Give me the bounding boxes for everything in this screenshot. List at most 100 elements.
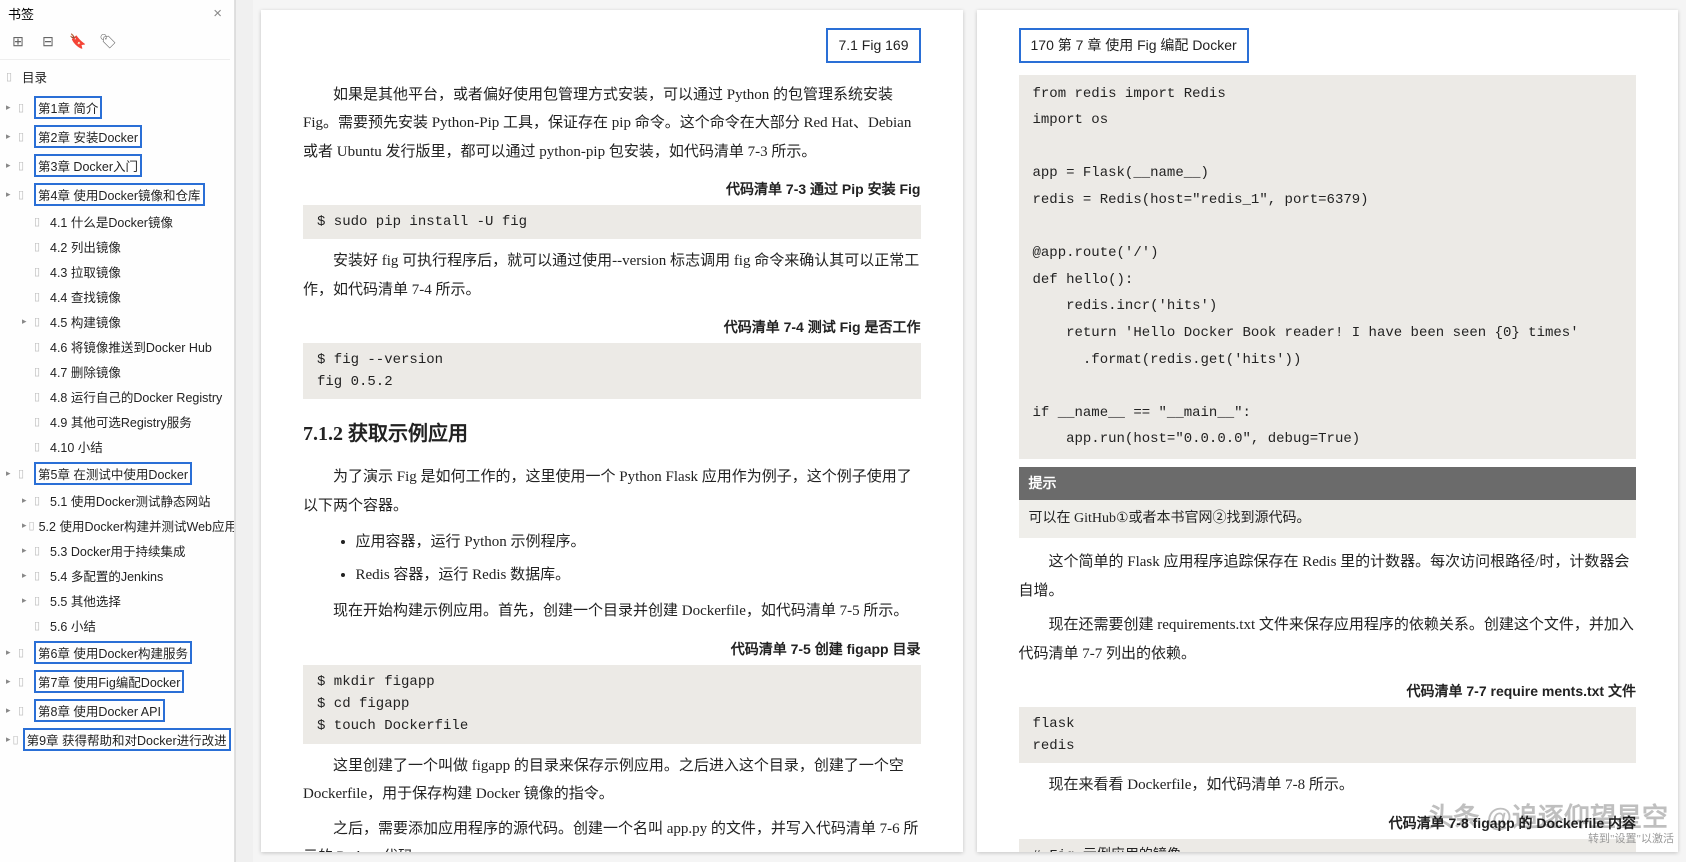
- toc-item[interactable]: ▸▯ 第7章 使用Fig编配Docker: [6, 667, 230, 696]
- chevron-right-icon[interactable]: ▸: [6, 468, 16, 479]
- page-icon: ▯: [34, 415, 46, 428]
- page-icon: ▯: [6, 70, 18, 83]
- toc-label: 4.6 将镜像推送到Docker Hub: [50, 337, 212, 356]
- toc-item[interactable]: ▯ 4.4 查找镜像: [6, 284, 230, 309]
- page-icon: ▯: [29, 519, 35, 532]
- code-7-5: $ mkdir figapp $ cd figapp $ touch Docke…: [303, 665, 921, 744]
- paragraph: 现在开始构建示例应用。首先，创建一个目录并创建 Dockerfile，如代码清单…: [303, 597, 921, 626]
- page-icon: ▯: [34, 240, 46, 253]
- chevron-right-icon[interactable]: ▸: [6, 705, 16, 716]
- toc-item[interactable]: ▯ 4.9 其他可选Registry服务: [6, 409, 230, 434]
- chevron-right-icon[interactable]: ▸: [22, 595, 32, 606]
- page-169: 7.1 Fig 169 如果是其他平台，或者偏好使用包管理方式安装，可以通过 P…: [261, 10, 963, 852]
- toc-item[interactable]: ▸▯ 第4章 使用Docker镜像和仓库: [6, 180, 230, 209]
- chevron-right-icon[interactable]: ▸: [6, 160, 16, 171]
- toc-label: 第8章 使用Docker API: [34, 699, 165, 722]
- toc-label: 5.2 使用Docker构建并测试Web应用程序: [39, 516, 235, 535]
- chevron-right-icon[interactable]: ▸: [22, 520, 27, 531]
- paragraph: 现在来看看 Dockerfile，如代码清单 7-8 所示。: [1019, 771, 1637, 800]
- toc-item[interactable]: ▸▯第5章 在测试中使用Docker: [6, 459, 230, 488]
- toc-item[interactable]: ▯4.1 什么是Docker镜像: [6, 209, 230, 234]
- page-icon: ▯: [34, 365, 46, 378]
- toc-item[interactable]: ▸▯ 5.5 其他选择: [6, 588, 230, 613]
- page-icon: ▯: [18, 675, 30, 688]
- toc-item[interactable]: ▸▯5.1 使用Docker测试静态网站: [6, 488, 230, 513]
- page-icon: ▯: [34, 544, 46, 557]
- toc-item[interactable]: ▸▯ 第3章 Docker入门: [6, 151, 230, 180]
- toc-item[interactable]: ▸▯第2章 安装Docker: [6, 122, 230, 151]
- page-170: 170 第 7 章 使用 Fig 编配 Docker from redis im…: [977, 10, 1679, 852]
- chevron-right-icon[interactable]: ▸: [22, 545, 32, 556]
- toc-item[interactable]: ▸▯第1章 简介: [6, 93, 230, 122]
- toc-label: 第7章 使用Fig编配Docker: [34, 670, 184, 693]
- chevron-right-icon[interactable]: ▸: [6, 189, 16, 200]
- toc-item[interactable]: ▯4.2 列出镜像: [6, 234, 230, 259]
- paragraph: 这个简单的 Flask 应用程序追踪保存在 Redis 里的计数器。每次访问根路…: [1019, 548, 1637, 605]
- tip-body: 可以在 GitHub①或者本书官网②找到源代码。: [1019, 500, 1637, 539]
- code-caption-7-8: 代码清单 7-8 figapp 的 Dockerfile 内容: [1019, 810, 1637, 837]
- toc-item[interactable]: ▸▯4.5 构建镜像: [6, 309, 230, 334]
- toc-item[interactable]: ▸▯第6章 使用Docker构建服务: [6, 638, 230, 667]
- chevron-right-icon[interactable]: ▸: [6, 734, 11, 745]
- toc-label: 4.8 运行自己的Docker Registry: [50, 387, 222, 406]
- page-icon: ▯: [18, 704, 30, 717]
- expand-all-icon[interactable]: ⊞: [10, 33, 26, 49]
- page-icon: ▯: [34, 290, 46, 303]
- chevron-right-icon[interactable]: ▸: [6, 131, 16, 142]
- toc-item[interactable]: ▯ 4.7 删除镜像: [6, 359, 230, 384]
- toc-label: 5.3 Docker用于持续集成: [50, 541, 185, 560]
- list-item: Redis 容器，运行 Redis 数据库。: [356, 561, 921, 590]
- toc-label: 第3章 Docker入门: [34, 154, 142, 177]
- code-caption-7-4: 代码清单 7-4 测试 Fig 是否工作: [303, 314, 921, 341]
- chevron-right-icon[interactable]: ▸: [6, 676, 16, 687]
- page-icon: ▯: [18, 130, 30, 143]
- paragraph: 安装好 fig 可执行程序后，就可以通过使用--version 标志调用 fig…: [303, 247, 921, 304]
- collapse-all-icon[interactable]: ⊟: [40, 33, 56, 49]
- code-7-3: $ sudo pip install -U fig: [303, 205, 921, 239]
- toc-root[interactable]: ▯ 目录: [6, 64, 230, 89]
- toc-label: 4.7 删除镜像: [50, 362, 121, 381]
- page-icon: ▯: [18, 159, 30, 172]
- toc-item[interactable]: ▸▯ 第8章 使用Docker API: [6, 696, 230, 725]
- page-icon: ▯: [18, 188, 30, 201]
- toc-item[interactable]: ▯ 4.6 将镜像推送到Docker Hub: [6, 334, 230, 359]
- chevron-right-icon[interactable]: ▸: [22, 316, 32, 327]
- tip-banner: 提示: [1019, 467, 1637, 500]
- page-header-right: 7.1 Fig 169: [826, 28, 920, 63]
- chevron-right-icon[interactable]: ▸: [22, 495, 32, 506]
- bookmark-alt-icon[interactable]: 🏷: [100, 33, 116, 49]
- page-icon: ▯: [34, 340, 46, 353]
- sidebar-toolbar: ⊞ ⊟ 🔖 🏷: [0, 27, 230, 60]
- bookmark-icon[interactable]: 🔖: [70, 33, 86, 49]
- toc-label: 5.4 多配置的Jenkins: [50, 566, 163, 585]
- toc-item[interactable]: ▸▯5.2 使用Docker构建并测试Web应用程序: [6, 513, 230, 538]
- toc-label: 第1章 简介: [34, 96, 102, 119]
- toc-label: 第4章 使用Docker镜像和仓库: [34, 183, 205, 206]
- toc-items: ▸▯第1章 简介▸▯第2章 安装Docker▸▯第3章 Docker入门▸▯第4…: [0, 89, 230, 754]
- chevron-right-icon[interactable]: ▸: [22, 570, 32, 581]
- bookmarks-panel: 书签 × ⊞ ⊟ 🔖 🏷 ▯ 目录 ▸▯第1章 简介▸▯第2章 安装Docker…: [0, 0, 235, 862]
- toc-item[interactable]: ▯4.3 拉取镜像: [6, 259, 230, 284]
- toc-label: 5.1 使用Docker测试静态网站: [50, 491, 210, 510]
- toc-label: 4.9 其他可选Registry服务: [50, 412, 192, 431]
- chevron-right-icon[interactable]: ▸: [6, 647, 16, 658]
- toc-label: 4.4 查找镜像: [50, 287, 121, 306]
- toc-item[interactable]: ▯5.6 小结: [6, 613, 230, 638]
- toc-item[interactable]: ▸▯ 5.4 多配置的Jenkins: [6, 563, 230, 588]
- close-icon[interactable]: ×: [213, 5, 222, 22]
- page-icon: ▯: [34, 390, 46, 403]
- toc-label: 4.1 什么是Docker镜像: [50, 212, 173, 231]
- toc-label: 4.10 小结: [50, 437, 103, 456]
- content-scrollbar[interactable]: [235, 0, 253, 862]
- toc-item[interactable]: ▸▯第9章 获得帮助和对Docker进行改进: [6, 725, 230, 754]
- paragraph: 现在还需要创建 requirements.txt 文件来保存应用程序的依赖关系。…: [1019, 611, 1637, 668]
- page-icon: ▯: [34, 594, 46, 607]
- page-icon: ▯: [34, 569, 46, 582]
- toc-item[interactable]: ▸▯ 5.3 Docker用于持续集成: [6, 538, 230, 563]
- page-header-left: 170 第 7 章 使用 Fig 编配 Docker: [1019, 28, 1249, 63]
- toc-label: 5.5 其他选择: [50, 591, 121, 610]
- toc-item[interactable]: ▯ 4.8 运行自己的Docker Registry: [6, 384, 230, 409]
- code-caption-7-5: 代码清单 7-5 创建 figapp 目录: [303, 636, 921, 663]
- chevron-right-icon[interactable]: ▸: [6, 102, 16, 113]
- toc-item[interactable]: ▯4.10 小结: [6, 434, 230, 459]
